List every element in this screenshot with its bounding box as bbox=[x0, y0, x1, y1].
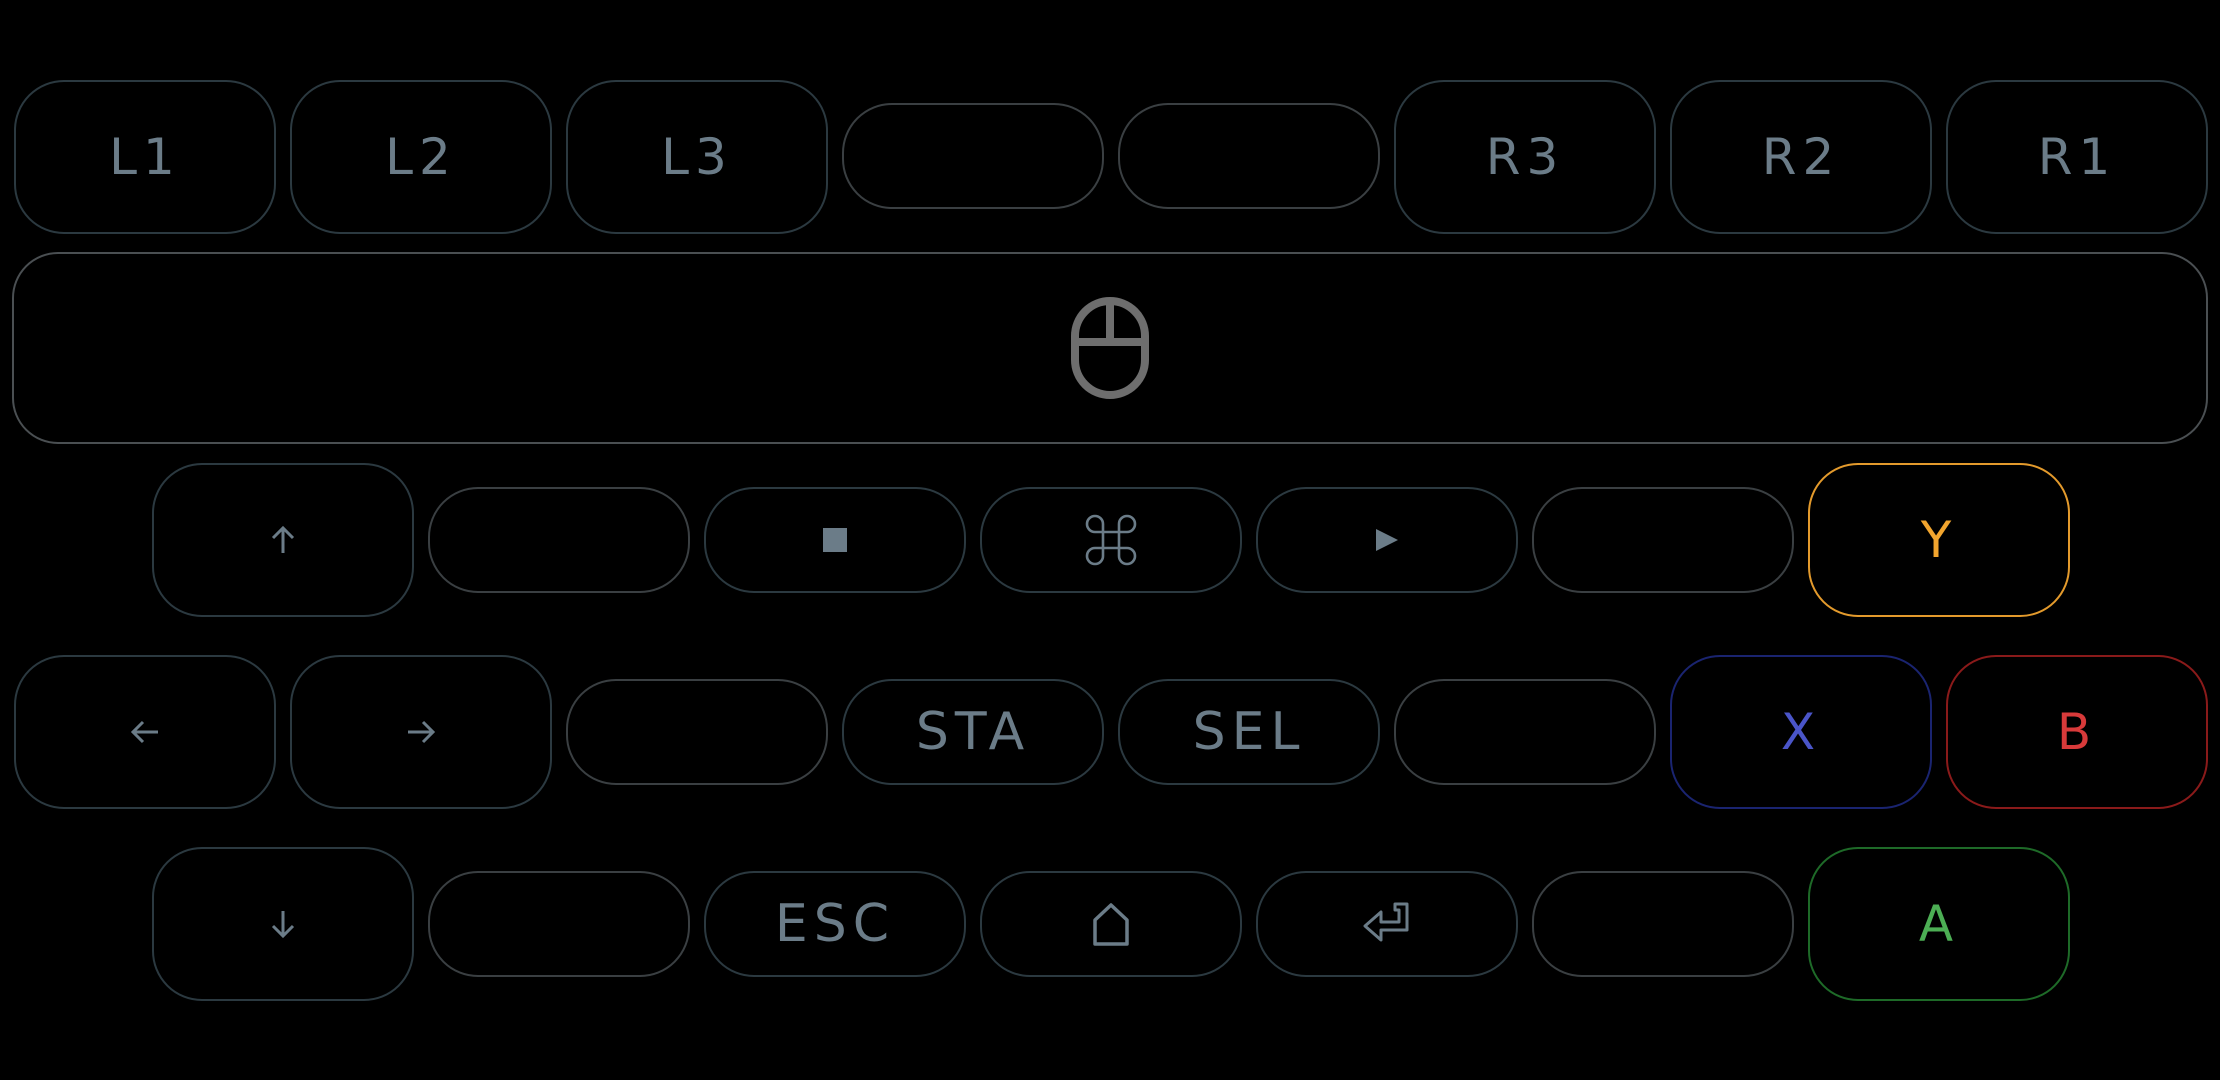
stop-square-icon bbox=[822, 527, 848, 553]
b-button[interactable]: B bbox=[1946, 655, 2208, 809]
blank-row3-b-button[interactable] bbox=[1532, 487, 1794, 593]
dpad-up-button[interactable] bbox=[152, 463, 414, 617]
blank-top-left-button[interactable] bbox=[842, 103, 1104, 209]
r1-button[interactable]: R1 bbox=[1946, 80, 2208, 234]
start-button[interactable]: STA bbox=[842, 679, 1104, 785]
select-label: SEL bbox=[1192, 702, 1306, 762]
blank-row5-a-button[interactable] bbox=[428, 871, 690, 977]
r3-label: R3 bbox=[1485, 128, 1565, 186]
y-button[interactable]: Y bbox=[1808, 463, 2070, 617]
x-button[interactable]: X bbox=[1670, 655, 1932, 809]
l1-button[interactable]: L1 bbox=[14, 80, 276, 234]
dpad-right-button[interactable] bbox=[290, 655, 552, 809]
l2-button[interactable]: L2 bbox=[290, 80, 552, 234]
command-button[interactable] bbox=[980, 487, 1242, 593]
arrow-up-icon bbox=[269, 525, 297, 555]
b-label: B bbox=[2056, 703, 2098, 761]
blank-top-right-button[interactable] bbox=[1118, 103, 1380, 209]
arrow-down-icon bbox=[269, 909, 297, 939]
escape-button[interactable]: ESC bbox=[704, 871, 966, 977]
escape-label: ESC bbox=[774, 894, 896, 954]
gamepad-overlay: L1 L2 L3 R3 R2 R1 Y STA SEL X B ESC A bbox=[0, 0, 2220, 1080]
x-label: X bbox=[1780, 703, 1822, 761]
r3-button[interactable]: R3 bbox=[1394, 80, 1656, 234]
stop-button[interactable] bbox=[704, 487, 966, 593]
select-button[interactable]: SEL bbox=[1118, 679, 1380, 785]
enter-return-icon bbox=[1361, 900, 1413, 948]
a-label: A bbox=[1918, 895, 1960, 953]
r1-label: R1 bbox=[2037, 128, 2117, 186]
dpad-down-button[interactable] bbox=[152, 847, 414, 1001]
a-button[interactable]: A bbox=[1808, 847, 2070, 1001]
play-button[interactable] bbox=[1256, 487, 1518, 593]
l3-button[interactable]: L3 bbox=[566, 80, 828, 234]
l2-label: L2 bbox=[385, 128, 457, 186]
play-triangle-icon bbox=[1374, 527, 1400, 553]
mouse-icon bbox=[1070, 296, 1150, 400]
home-icon bbox=[1091, 902, 1131, 946]
l3-label: L3 bbox=[661, 128, 733, 186]
command-icon bbox=[1085, 514, 1137, 566]
start-label: STA bbox=[915, 702, 1031, 762]
dpad-left-button[interactable] bbox=[14, 655, 276, 809]
r2-button[interactable]: R2 bbox=[1670, 80, 1932, 234]
arrow-left-icon bbox=[130, 718, 160, 746]
enter-button[interactable] bbox=[1256, 871, 1518, 977]
r2-label: R2 bbox=[1761, 128, 1841, 186]
arrow-right-icon bbox=[406, 718, 436, 746]
y-label: Y bbox=[1920, 511, 1958, 569]
blank-row3-a-button[interactable] bbox=[428, 487, 690, 593]
blank-row5-b-button[interactable] bbox=[1532, 871, 1794, 977]
home-button[interactable] bbox=[980, 871, 1242, 977]
blank-row4-b-button[interactable] bbox=[1394, 679, 1656, 785]
l1-label: L1 bbox=[109, 128, 181, 186]
mouse-touch-area[interactable] bbox=[12, 252, 2208, 444]
blank-row4-a-button[interactable] bbox=[566, 679, 828, 785]
